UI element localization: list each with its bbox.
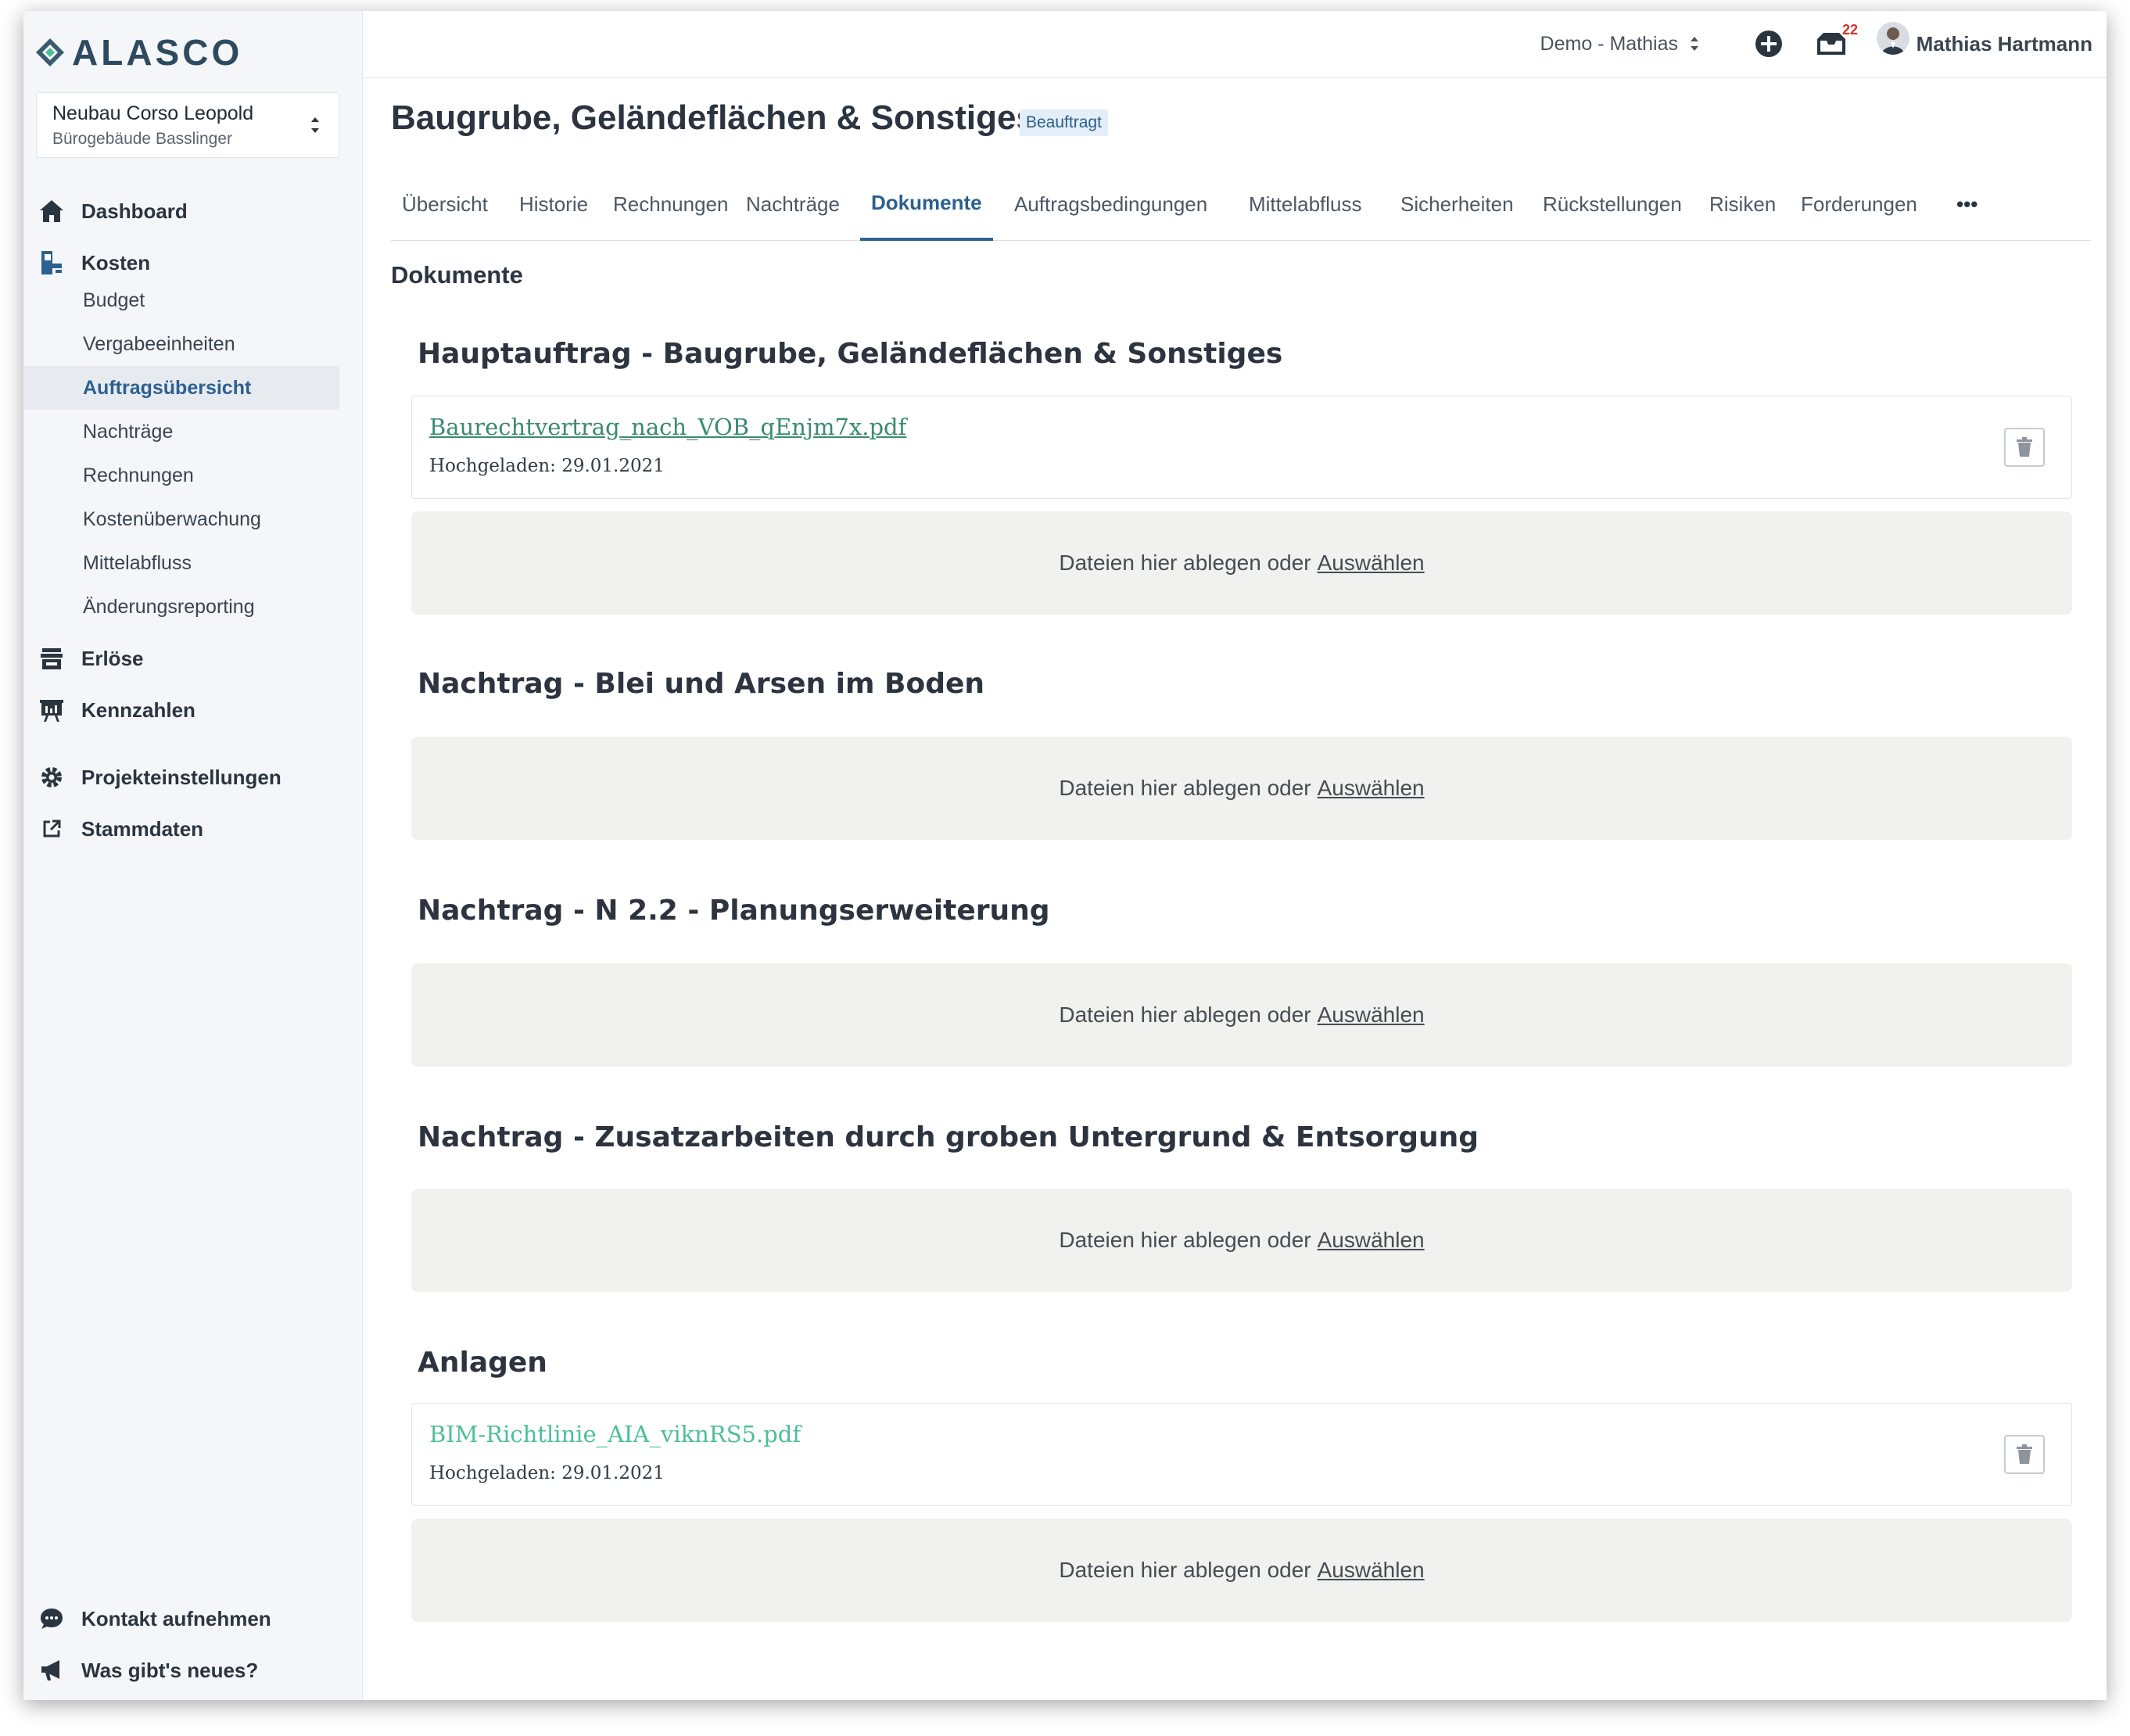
sidebar-item-kennzahlen[interactable]: Kennzahlen [38, 693, 195, 727]
tab-historie[interactable]: Historie [508, 167, 599, 241]
gear-icon [38, 763, 66, 791]
section-title: Dokumente [391, 261, 523, 289]
project-subtitle: Bürogebäude Basslinger [52, 130, 232, 148]
delete-document-button[interactable] [2004, 428, 2045, 467]
sidebar-item-neuigkeiten[interactable]: Was gibt's neues? [38, 1653, 258, 1688]
document-group-title: Nachtrag - Blei und Arsen im Boden [418, 668, 985, 700]
document-upload-date: Hochgeladen: 29.01.2021 [429, 1463, 665, 1483]
delete-document-button[interactable] [2004, 1435, 2045, 1474]
sidebar-item-label: Kontakt aufnehmen [81, 1606, 271, 1630]
sidebar-item-label: Kosten [81, 250, 151, 274]
tab-sicherheiten[interactable]: Sicherheiten [1390, 167, 1525, 241]
sidebar-item-label: Projekteinstellungen [81, 765, 281, 789]
sidebar-item-label: Kennzahlen [81, 698, 195, 722]
dropzone-text: Dateien hier ablegen oder [1059, 1558, 1311, 1582]
chart-icon [38, 696, 66, 724]
file-dropzone[interactable]: Dateien hier ablegen oder Auswählen [411, 1189, 2072, 1292]
document-file-link[interactable]: BIM-Richtlinie_AIA_viknRS5.pdf [429, 1421, 801, 1447]
file-dropzone[interactable]: Dateien hier ablegen oder Auswählen [411, 1519, 2072, 1622]
alasco-logo-icon [36, 38, 64, 66]
select-files-link[interactable]: Auswählen [1318, 776, 1425, 801]
project-name: Neubau Corso Leopold [52, 102, 254, 124]
tab-auftragsbedingungen[interactable]: Auftragsbedingungen [1003, 167, 1218, 241]
updown-chevron-icon [1691, 37, 1698, 51]
sidebar-item-stammdaten[interactable]: Stammdaten [38, 812, 203, 846]
page-title: Baugrube, Geländeflächen & Sonstiges [391, 99, 1035, 137]
sidebar-item-label: Dashboard [81, 199, 188, 223]
avatar[interactable] [1877, 22, 1909, 55]
more-tabs-button[interactable]: ••• [1945, 167, 1988, 241]
document-group-title: Anlagen [418, 1347, 547, 1379]
document-file-link[interactable]: Baurechtvertrag_nach_VOB_qEnjm7x.pdf [429, 414, 906, 440]
workspace-switcher[interactable]: Demo - Mathias [1540, 28, 1700, 59]
chat-icon [38, 1605, 66, 1633]
status-badge: Beauftragt [1020, 109, 1108, 136]
sidebar-item-label: Erlöse [81, 646, 144, 670]
tab-rueckstellungen[interactable]: Rückstellungen [1532, 167, 1693, 241]
revenue-icon [38, 644, 66, 673]
sidebar-item-dashboard[interactable]: Dashboard [38, 194, 188, 228]
megaphone-icon [38, 1656, 66, 1684]
sidebar-subitem-auftragsuebersicht[interactable]: Auftragsübersicht [23, 366, 339, 410]
sidebar-item-label: Stammdaten [81, 816, 204, 841]
workspace-name: Demo - Mathias [1540, 32, 1678, 55]
sidebar-item-label: Was gibt's neues? [81, 1658, 259, 1682]
project-switcher[interactable]: Neubau Corso Leopold Bürogebäude Basslin… [36, 92, 339, 158]
dropzone-text: Dateien hier ablegen oder [1059, 776, 1311, 800]
tab-forderungen[interactable]: Forderungen [1790, 167, 1928, 241]
notification-badge: 22 [1841, 22, 1858, 38]
alasco-logo[interactable]: ALASCO [34, 31, 242, 74]
file-dropzone[interactable]: Dateien hier ablegen oder Auswählen [411, 737, 2072, 840]
trash-icon [2017, 437, 2032, 457]
file-dropzone[interactable]: Dateien hier ablegen oder Auswählen [411, 963, 2072, 1067]
sidebar-subitem-vergabeeinheiten[interactable]: Vergabeeinheiten [23, 322, 339, 366]
document-file-card: BIM-Richtlinie_AIA_viknRS5.pdf Hochgelad… [411, 1403, 2072, 1506]
updown-chevron-icon [311, 117, 319, 133]
sidebar-subitem-budget[interactable]: Budget [23, 278, 339, 322]
logo-text: ALASCO [72, 32, 243, 73]
select-files-link[interactable]: Auswählen [1318, 1558, 1425, 1583]
tab-dokumente[interactable]: Dokumente [860, 167, 993, 241]
app-window: ALASCO Neubau Corso Leopold Bürogebäude … [23, 11, 2107, 1700]
select-files-link[interactable]: Auswählen [1318, 1003, 1425, 1028]
tab-rechnungen[interactable]: Rechnungen [602, 167, 739, 241]
select-files-link[interactable]: Auswählen [1318, 551, 1425, 576]
topbar: Demo - Mathias 22 Mathias Hartmann [363, 11, 2107, 78]
document-group-title: Nachtrag - N 2.2 - Planungserweiterung [418, 895, 1050, 927]
dropzone-text: Dateien hier ablegen oder [1059, 551, 1311, 575]
sidebar-subitem-rechnungen[interactable]: Rechnungen [23, 454, 339, 497]
user-name[interactable]: Mathias Hartmann [1917, 28, 2092, 59]
tab-nachtraege[interactable]: Nachträge [735, 167, 851, 241]
document-group-title: Nachtrag - Zusatzarbeiten durch groben U… [418, 1121, 1479, 1153]
dropzone-text: Dateien hier ablegen oder [1059, 1003, 1311, 1027]
add-circle-icon[interactable] [1753, 28, 1784, 59]
select-files-link[interactable]: Auswählen [1318, 1228, 1425, 1253]
home-icon [38, 197, 66, 225]
document-group-title: Hauptauftrag - Baugrube, Geländeflächen … [418, 338, 1283, 370]
sidebar-item-kontakt[interactable]: Kontakt aufnehmen [38, 1601, 271, 1636]
document-upload-date: Hochgeladen: 29.01.2021 [429, 456, 665, 476]
sidebar-item-erloese[interactable]: Erlöse [38, 641, 144, 676]
sidebar: ALASCO Neubau Corso Leopold Bürogebäude … [23, 11, 363, 1700]
tab-uebersicht[interactable]: Übersicht [391, 167, 499, 241]
sidebar-item-projekteinstellungen[interactable]: Projekteinstellungen [38, 760, 281, 794]
sidebar-subitem-nachtraege[interactable]: Nachträge [23, 410, 339, 454]
user-avatar-icon [1877, 22, 1909, 55]
costs-icon [38, 249, 66, 277]
file-dropzone[interactable]: Dateien hier ablegen oder Auswählen [411, 511, 2072, 615]
sidebar-subitem-mittelabfluss[interactable]: Mittelabfluss [23, 541, 339, 585]
trash-icon [2017, 1444, 2032, 1464]
document-file-card: Baurechtvertrag_nach_VOB_qEnjm7x.pdf Hoc… [411, 396, 2072, 499]
sidebar-subitem-kostenueberwachung[interactable]: Kostenüberwachung [23, 497, 339, 541]
tab-bar: Übersicht Historie Rechnungen Nachträge … [391, 167, 2091, 241]
sidebar-item-kosten[interactable]: Kosten [38, 246, 150, 280]
dropzone-text: Dateien hier ablegen oder [1059, 1228, 1311, 1252]
tab-risiken[interactable]: Risiken [1698, 167, 1787, 241]
external-link-icon [38, 815, 66, 843]
sidebar-subitem-aenderungsreporting[interactable]: Änderungsreporting [23, 585, 339, 629]
tab-mittelabfluss[interactable]: Mittelabfluss [1238, 167, 1373, 241]
